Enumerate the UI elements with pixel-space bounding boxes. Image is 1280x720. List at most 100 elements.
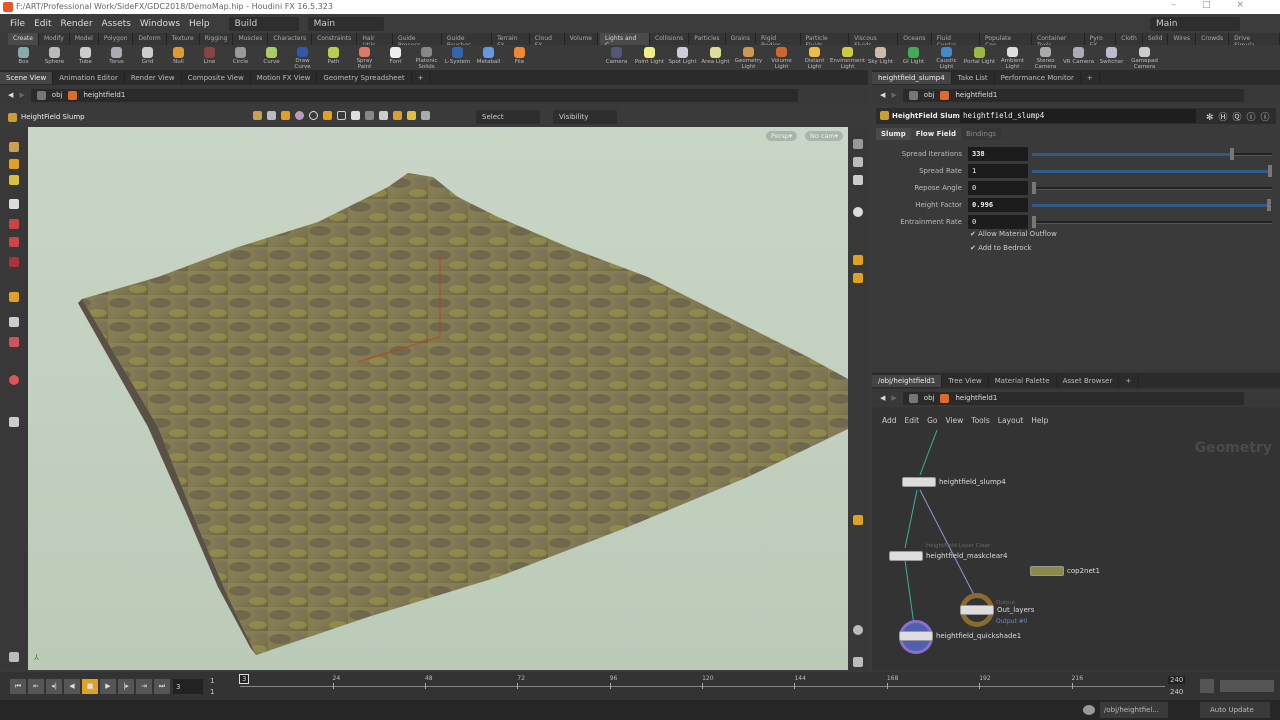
shelf-tab-grains[interactable]: Grains [725, 33, 756, 45]
tool-torus[interactable]: Torus [101, 45, 132, 70]
slider-handle[interactable] [1268, 165, 1272, 177]
forward-icon[interactable]: ▶ [19, 91, 24, 99]
close-button[interactable]: × [1236, 0, 1270, 10]
tool-line[interactable]: Line [194, 45, 225, 70]
handle-icon[interactable] [253, 111, 262, 120]
node-body[interactable] [960, 605, 994, 615]
shelf-tab-lights-and-c[interactable]: Lights and C... [600, 33, 650, 49]
shelf-tab-particles[interactable]: Particles [689, 33, 726, 45]
pane-tab-material-palette[interactable]: Material Palette [989, 374, 1057, 387]
node-name-field[interactable]: heightfield_slump4 [960, 109, 1196, 123]
pane-tab-performance-monitor[interactable]: Performance Monitor [995, 71, 1081, 84]
add-tab-button[interactable]: + [412, 71, 431, 84]
tool-distant-light[interactable]: Distant Light [798, 45, 831, 70]
tool-volume-light[interactable]: Volume Light [765, 45, 798, 70]
select-box-icon[interactable] [323, 111, 332, 120]
node-cop2net[interactable]: cop2net1 [1030, 566, 1100, 576]
shelf-tab-model[interactable]: Model [69, 33, 99, 45]
shelf-tab-populate-con[interactable]: Populate Con... [980, 33, 1033, 49]
persp-menu[interactable]: Persp▾ [766, 131, 798, 141]
shelf-tab-particle-fluids[interactable]: Particle Fluids [800, 33, 850, 49]
tool-box[interactable]: Box [8, 45, 39, 70]
shelf-tab-solid[interactable]: Solid [1142, 33, 1169, 45]
pane-tab-motion-fx-view[interactable]: Motion FX View [251, 71, 318, 84]
select-dropdown[interactable]: Select [476, 110, 540, 124]
tool-caustic-light[interactable]: Caustic Light [930, 45, 963, 70]
display-icon[interactable] [853, 139, 863, 149]
end-frame[interactable]: 240 [1168, 676, 1186, 684]
network-menu-help[interactable]: Help [1031, 416, 1048, 425]
forward-icon[interactable]: ▶ [891, 91, 896, 99]
menu-file[interactable]: File [10, 19, 25, 29]
param-header-icons[interactable]: ✻ⒽⓆⓘⓘ [1206, 110, 1275, 123]
param-value-field[interactable]: 0 [968, 181, 1028, 195]
tool-platonic-solids[interactable]: Platonic Solids [411, 45, 442, 70]
ghost-icon[interactable] [853, 273, 863, 283]
tab-bindings[interactable]: Bindings [960, 128, 1002, 140]
tool-portal-light[interactable]: Portal Light [963, 45, 996, 70]
snap-icon[interactable] [393, 111, 402, 120]
start-frame[interactable]: 1 [210, 677, 214, 685]
tool-gi-light[interactable]: GI Light [897, 45, 930, 70]
playback-button-8[interactable]: ⏭ [154, 679, 170, 694]
camera-menu[interactable]: No cam▾ [805, 131, 844, 141]
tool-tube[interactable]: Tube [70, 45, 101, 70]
tool-font[interactable]: Font [380, 45, 411, 70]
add-tab-button[interactable]: + [1119, 374, 1139, 387]
circle-icon[interactable] [309, 111, 318, 120]
shelf-tab-create[interactable]: Create [8, 33, 39, 45]
tool-sky-light[interactable]: Sky Light [864, 45, 897, 70]
playback-options[interactable] [1220, 680, 1274, 692]
tool-geometry-light[interactable]: Geometry Light [732, 45, 765, 70]
magnet-icon[interactable] [9, 375, 19, 385]
key-icon[interactable] [1200, 679, 1214, 693]
slider-handle[interactable] [1032, 182, 1036, 194]
shelf-tab-cloth[interactable]: Cloth [1116, 33, 1143, 45]
magnet-tool-icon[interactable] [9, 337, 19, 347]
minimize-button[interactable]: – [1171, 0, 1202, 10]
shelf-tab-rigging[interactable]: Rigging [199, 33, 234, 45]
shelf-tab-volume[interactable]: Volume [564, 33, 598, 45]
shelf-tab-wires[interactable]: Wires [1168, 33, 1197, 45]
pane-tab-render-view[interactable]: Render View [125, 71, 182, 84]
network-menu-go[interactable]: Go [927, 416, 937, 425]
current-frame-field[interactable]: 3 [173, 679, 203, 694]
pane-tab-tree-view[interactable]: Tree View [942, 374, 989, 387]
end-frame-2[interactable]: 240 [1170, 688, 1183, 696]
tool-file[interactable]: File [504, 45, 535, 70]
playback-button-5[interactable]: ▶ [100, 679, 116, 694]
tool-environment-light[interactable]: Environment Light [830, 45, 865, 70]
pane-tab-take-list[interactable]: Take List [952, 71, 995, 84]
right-desktop-dropdown[interactable]: Main [1150, 16, 1240, 31]
pane-tab-animation-editor[interactable]: Animation Editor [53, 71, 125, 84]
node-out-layers[interactable]: Out_layers [960, 605, 1034, 615]
playback-button-0[interactable]: ⏮ [10, 679, 26, 694]
playback-button-4[interactable]: ■ [82, 679, 98, 694]
slider-handle[interactable] [1032, 216, 1036, 228]
tool-circle[interactable]: Circle [225, 45, 256, 70]
tool-metaball[interactable]: Metaball [473, 45, 504, 70]
shelf-tab-drive-simula[interactable]: Drive Simula... [1229, 33, 1280, 49]
param-slider[interactable] [1032, 165, 1272, 177]
menu-edit[interactable]: Edit [34, 19, 51, 29]
playback-button-7[interactable]: ⇥ [136, 679, 152, 694]
param-value-field[interactable]: 0.996 [968, 198, 1028, 212]
tab-slump[interactable]: Slump [876, 128, 911, 140]
param-slider[interactable] [1032, 182, 1272, 194]
back-icon[interactable]: ◀ [880, 394, 885, 402]
lasso-icon[interactable] [337, 111, 346, 120]
menu-render[interactable]: Render [61, 19, 93, 29]
playback-button-2[interactable]: ◂| [46, 679, 62, 694]
playback-button-3[interactable]: ◀ [64, 679, 80, 694]
auto-update-dropdown[interactable]: Auto Update [1200, 702, 1270, 718]
forward-icon[interactable]: ▶ [891, 394, 896, 402]
view-tool-icon[interactable] [9, 159, 19, 169]
render-icon[interactable] [853, 657, 863, 667]
checkbox-allow-outflow[interactable]: ✔ Allow Material Outflow [970, 230, 1057, 238]
handle-tool-icon[interactable] [9, 142, 19, 152]
brush-icon[interactable] [351, 111, 360, 120]
network-menu-layout[interactable]: Layout [998, 416, 1024, 425]
snap-tool-icon[interactable] [9, 317, 19, 327]
shelf-tab-constraints[interactable]: Constraints [312, 33, 358, 45]
network-editor[interactable]: Geometry heightfield_slump4 HeightField … [872, 430, 1280, 670]
